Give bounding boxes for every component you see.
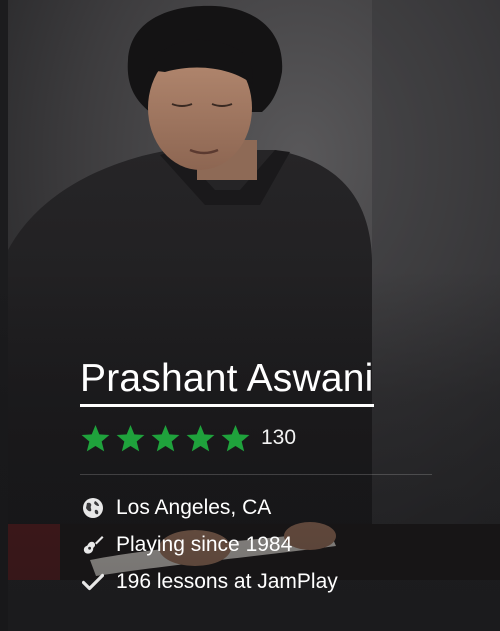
star-icon: [151, 424, 180, 451]
location-item: Los Angeles, CA: [80, 489, 430, 526]
star-icon: [186, 424, 215, 451]
playing-since-text: Playing since 1984: [116, 532, 293, 556]
star-icon: [221, 424, 250, 451]
star-icon: [81, 424, 110, 451]
instructor-info: Prashant Aswani 130 Los Angeles, CA Play…: [80, 356, 432, 600]
star-icon: [116, 424, 145, 451]
lessons-text: 196 lessons at JamPlay: [116, 569, 338, 593]
globe-icon: [80, 496, 106, 520]
instructor-meta-list: Los Angeles, CA Playing since 1984 196 l…: [80, 489, 430, 600]
rating: 130: [80, 424, 430, 452]
check-icon: [80, 570, 106, 594]
rating-stars: [80, 424, 251, 453]
rating-count: 130: [261, 426, 297, 449]
lessons-item: 196 lessons at JamPlay: [80, 563, 430, 600]
guitar-icon: [80, 533, 106, 557]
instructor-name-link[interactable]: Prashant Aswani: [80, 356, 374, 407]
playing-since-item: Playing since 1984: [80, 526, 430, 563]
instructor-card[interactable]: Prashant Aswani 130 Los Angeles, CA Play…: [0, 0, 500, 631]
location-text: Los Angeles, CA: [116, 495, 272, 519]
divider: [80, 474, 432, 475]
